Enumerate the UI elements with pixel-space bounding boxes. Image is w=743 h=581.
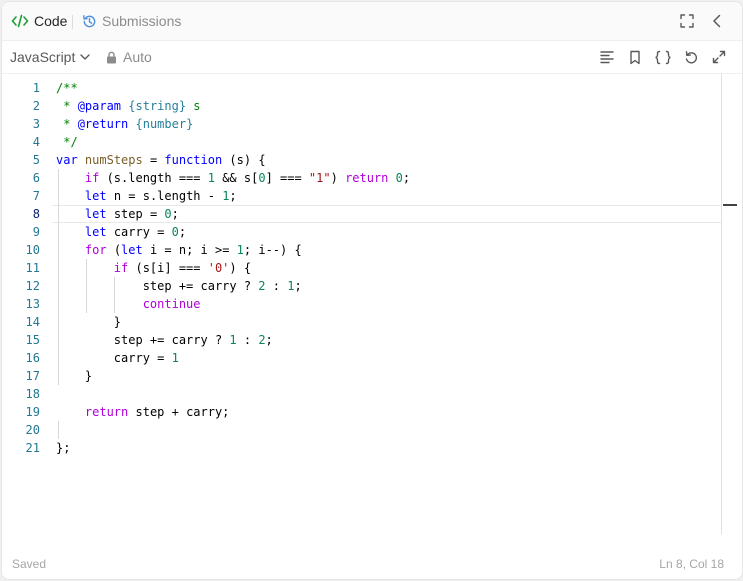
line-number: 6 bbox=[32, 171, 40, 185]
lock-icon bbox=[106, 51, 117, 64]
code-line[interactable]: let step = 0; bbox=[56, 205, 179, 223]
code-line[interactable]: */ bbox=[56, 133, 77, 151]
line-number: 9 bbox=[32, 225, 40, 239]
expand-icon[interactable] bbox=[710, 48, 728, 66]
code-line[interactable]: var numSteps = function (s) { bbox=[56, 151, 266, 169]
bookmark-icon[interactable] bbox=[626, 48, 644, 66]
editor-toolbar: JavaScript Auto bbox=[2, 41, 742, 74]
code-icon bbox=[11, 14, 29, 28]
line-number: 20 bbox=[25, 423, 40, 437]
line-number: 17 bbox=[25, 369, 40, 383]
code-line[interactable]: * @return {number} bbox=[56, 115, 193, 133]
line-number: 19 bbox=[25, 405, 40, 419]
code-line[interactable]: step += carry ? 2 : 1; bbox=[56, 277, 302, 295]
line-number: 5 bbox=[32, 153, 40, 167]
undo-reset-icon[interactable] bbox=[682, 48, 700, 66]
cursor-position: Ln 8, Col 18 bbox=[659, 557, 724, 571]
line-number: 14 bbox=[25, 315, 40, 329]
line-number: 15 bbox=[25, 333, 40, 347]
code-line[interactable]: if (s[i] === '0') { bbox=[56, 259, 251, 277]
line-number: 4 bbox=[32, 135, 40, 149]
code-line[interactable]: } bbox=[56, 313, 121, 331]
cursor-position-marker bbox=[723, 204, 737, 206]
language-select[interactable]: JavaScript bbox=[10, 41, 91, 73]
chevron-down-icon bbox=[79, 51, 91, 63]
code-line[interactable]: * @param {string} s bbox=[56, 97, 200, 115]
tab-code-label: Code bbox=[34, 13, 68, 29]
code-line[interactable]: return step + carry; bbox=[56, 403, 230, 421]
collapse-chevron-left-icon[interactable] bbox=[708, 12, 726, 30]
code-line[interactable]: for (let i = n; i >= 1; i--) { bbox=[56, 241, 302, 259]
line-number: 21 bbox=[25, 441, 40, 455]
line-number: 1 bbox=[32, 81, 40, 95]
history-icon bbox=[82, 14, 97, 29]
code-line[interactable]: }; bbox=[56, 439, 70, 457]
line-number: 3 bbox=[32, 117, 40, 131]
line-number: 16 bbox=[25, 351, 40, 365]
indent-guide bbox=[58, 421, 59, 439]
code-editor[interactable]: 1 2 3 4 5 6 7 8 9 10 11 12 13 14 15 16 1… bbox=[2, 74, 722, 552]
vertical-scrollbar[interactable] bbox=[721, 74, 722, 534]
status-bar: Saved Ln 8, Col 18 bbox=[2, 549, 742, 579]
code-line[interactable]: continue bbox=[56, 295, 201, 313]
line-number: 8 bbox=[32, 207, 40, 221]
saved-status: Saved bbox=[12, 557, 47, 571]
line-number: 13 bbox=[25, 297, 40, 311]
tab-divider bbox=[72, 15, 73, 29]
code-line[interactable]: if (s.length === 1 && s[0] === "1") retu… bbox=[56, 169, 410, 187]
tab-submissions-label: Submissions bbox=[102, 13, 182, 29]
code-panel: Code Submissions JavaScript Auto 1 2 3 4… bbox=[1, 1, 743, 580]
code-line[interactable]: step += carry ? 1 : 2; bbox=[56, 331, 273, 349]
tab-code[interactable]: Code bbox=[11, 2, 67, 40]
fullscreen-icon[interactable] bbox=[678, 12, 696, 30]
format-align-icon[interactable] bbox=[598, 48, 616, 66]
line-number: 12 bbox=[25, 279, 40, 293]
auto-mode[interactable]: Auto bbox=[106, 41, 152, 73]
line-number: 2 bbox=[32, 99, 40, 113]
auto-label: Auto bbox=[123, 49, 152, 65]
code-line[interactable]: /** bbox=[56, 79, 78, 97]
line-number: 7 bbox=[32, 189, 40, 203]
code-line[interactable]: let n = s.length - 1; bbox=[56, 187, 237, 205]
language-label: JavaScript bbox=[10, 49, 76, 65]
code-line[interactable]: } bbox=[56, 367, 92, 385]
code-line[interactable]: carry = 1 bbox=[56, 349, 179, 367]
line-number: 10 bbox=[25, 243, 40, 257]
code-line[interactable]: let carry = 0; bbox=[56, 223, 186, 241]
line-number: 11 bbox=[25, 261, 40, 275]
tab-submissions[interactable]: Submissions bbox=[82, 2, 181, 40]
braces-icon[interactable] bbox=[654, 48, 672, 66]
tab-bar: Code Submissions bbox=[2, 2, 742, 41]
line-number: 18 bbox=[25, 387, 40, 401]
